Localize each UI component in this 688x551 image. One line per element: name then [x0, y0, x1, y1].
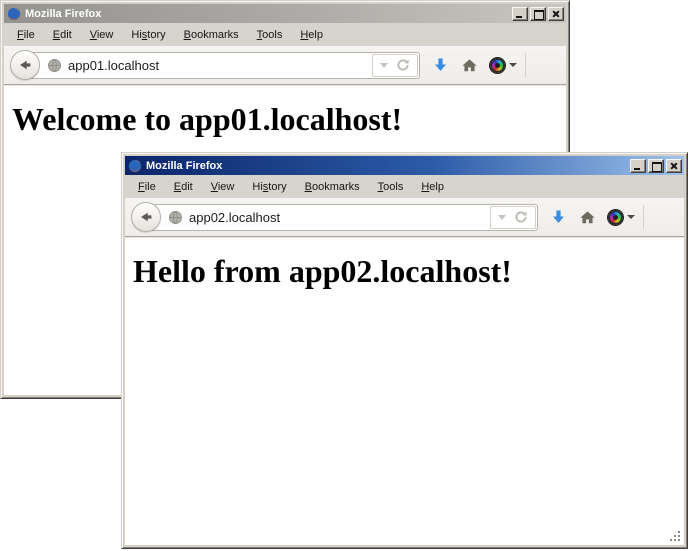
menu-history[interactable]: History [122, 26, 174, 44]
window-controls [512, 7, 564, 21]
maximize-button[interactable] [530, 7, 546, 21]
menu-help[interactable]: Help [412, 178, 453, 196]
back-button[interactable] [131, 202, 161, 232]
menu-bookmarks[interactable]: Bookmarks [296, 178, 369, 196]
menu-view[interactable]: View [81, 26, 123, 44]
site-identity-globe-icon[interactable] [47, 58, 62, 73]
home-button[interactable] [579, 210, 596, 225]
addon-button[interactable] [608, 210, 635, 225]
back-arrow-icon [139, 210, 153, 224]
window-title: Mozilla Firefox [146, 160, 222, 172]
reload-icon[interactable] [396, 58, 410, 72]
download-button[interactable] [433, 57, 448, 73]
menu-bookmarks[interactable]: Bookmarks [175, 26, 248, 44]
toolbar-separator [643, 205, 644, 229]
chevron-down-icon [509, 63, 517, 67]
menu-file[interactable]: File [8, 26, 44, 44]
resize-grip[interactable] [669, 530, 682, 543]
addon-color-wheel-icon [608, 210, 623, 225]
menu-view[interactable]: View [202, 178, 244, 196]
url-history-dropdown-icon[interactable] [498, 215, 506, 220]
titlebar[interactable]: Mozilla Firefox [125, 156, 684, 175]
minimize-icon [634, 168, 640, 170]
menu-tools[interactable]: Tools [248, 26, 292, 44]
menu-help[interactable]: Help [291, 26, 332, 44]
menu-bar: File Edit View History Bookmarks Tools H… [125, 175, 684, 198]
maximize-button[interactable] [648, 159, 664, 173]
menu-history[interactable]: History [243, 178, 295, 196]
url-history-dropdown-icon[interactable] [380, 63, 388, 68]
firefox-logo-icon [7, 7, 21, 21]
navigation-toolbar: app02.localhost [125, 198, 684, 237]
home-icon [579, 210, 596, 225]
reload-icon[interactable] [514, 210, 528, 224]
menu-edit[interactable]: Edit [165, 178, 202, 196]
url-bar[interactable]: app02.localhost [145, 204, 538, 231]
firefox-logo-icon [128, 159, 142, 173]
menu-button[interactable] [534, 58, 552, 72]
page-heading: Welcome to app01.localhost! [12, 101, 558, 138]
desktop: { "windows": { "win1": { "title": "Mozil… [0, 0, 688, 551]
toolbar-separator [525, 53, 526, 77]
download-arrow-icon [433, 57, 448, 73]
addon-color-wheel-icon [490, 58, 505, 73]
url-text[interactable]: app01.localhost [68, 58, 159, 73]
site-identity-globe-icon[interactable] [168, 210, 183, 225]
menu-bar: File Edit View History Bookmarks Tools H… [4, 23, 566, 46]
addon-button[interactable] [490, 58, 517, 73]
download-arrow-icon [551, 209, 566, 225]
url-controls [490, 206, 536, 229]
navigation-toolbar: app01.localhost [4, 46, 566, 85]
menu-edit[interactable]: Edit [44, 26, 81, 44]
home-icon [461, 58, 478, 73]
close-button[interactable] [666, 159, 682, 173]
menu-tools[interactable]: Tools [369, 178, 413, 196]
minimize-button[interactable] [512, 7, 528, 21]
maximize-icon [534, 10, 544, 20]
home-button[interactable] [461, 58, 478, 73]
titlebar[interactable]: Mozilla Firefox [4, 4, 566, 23]
page-content: Hello from app02.localhost! [125, 237, 684, 545]
minimize-button[interactable] [630, 159, 646, 173]
url-text[interactable]: app02.localhost [189, 210, 280, 225]
menu-file[interactable]: File [129, 178, 165, 196]
menu-button[interactable] [652, 210, 670, 224]
chevron-down-icon [627, 215, 635, 219]
window-controls [630, 159, 682, 173]
minimize-icon [516, 16, 522, 18]
download-button[interactable] [551, 209, 566, 225]
browser-window-app02: Mozilla Firefox File Edit View History B… [121, 152, 688, 549]
page-heading: Hello from app02.localhost! [133, 253, 676, 290]
url-bar[interactable]: app01.localhost [24, 52, 420, 79]
url-controls [372, 54, 418, 77]
maximize-icon [652, 162, 662, 172]
close-button[interactable] [548, 7, 564, 21]
window-title: Mozilla Firefox [25, 8, 101, 20]
back-button[interactable] [10, 50, 40, 80]
back-arrow-icon [18, 58, 32, 72]
